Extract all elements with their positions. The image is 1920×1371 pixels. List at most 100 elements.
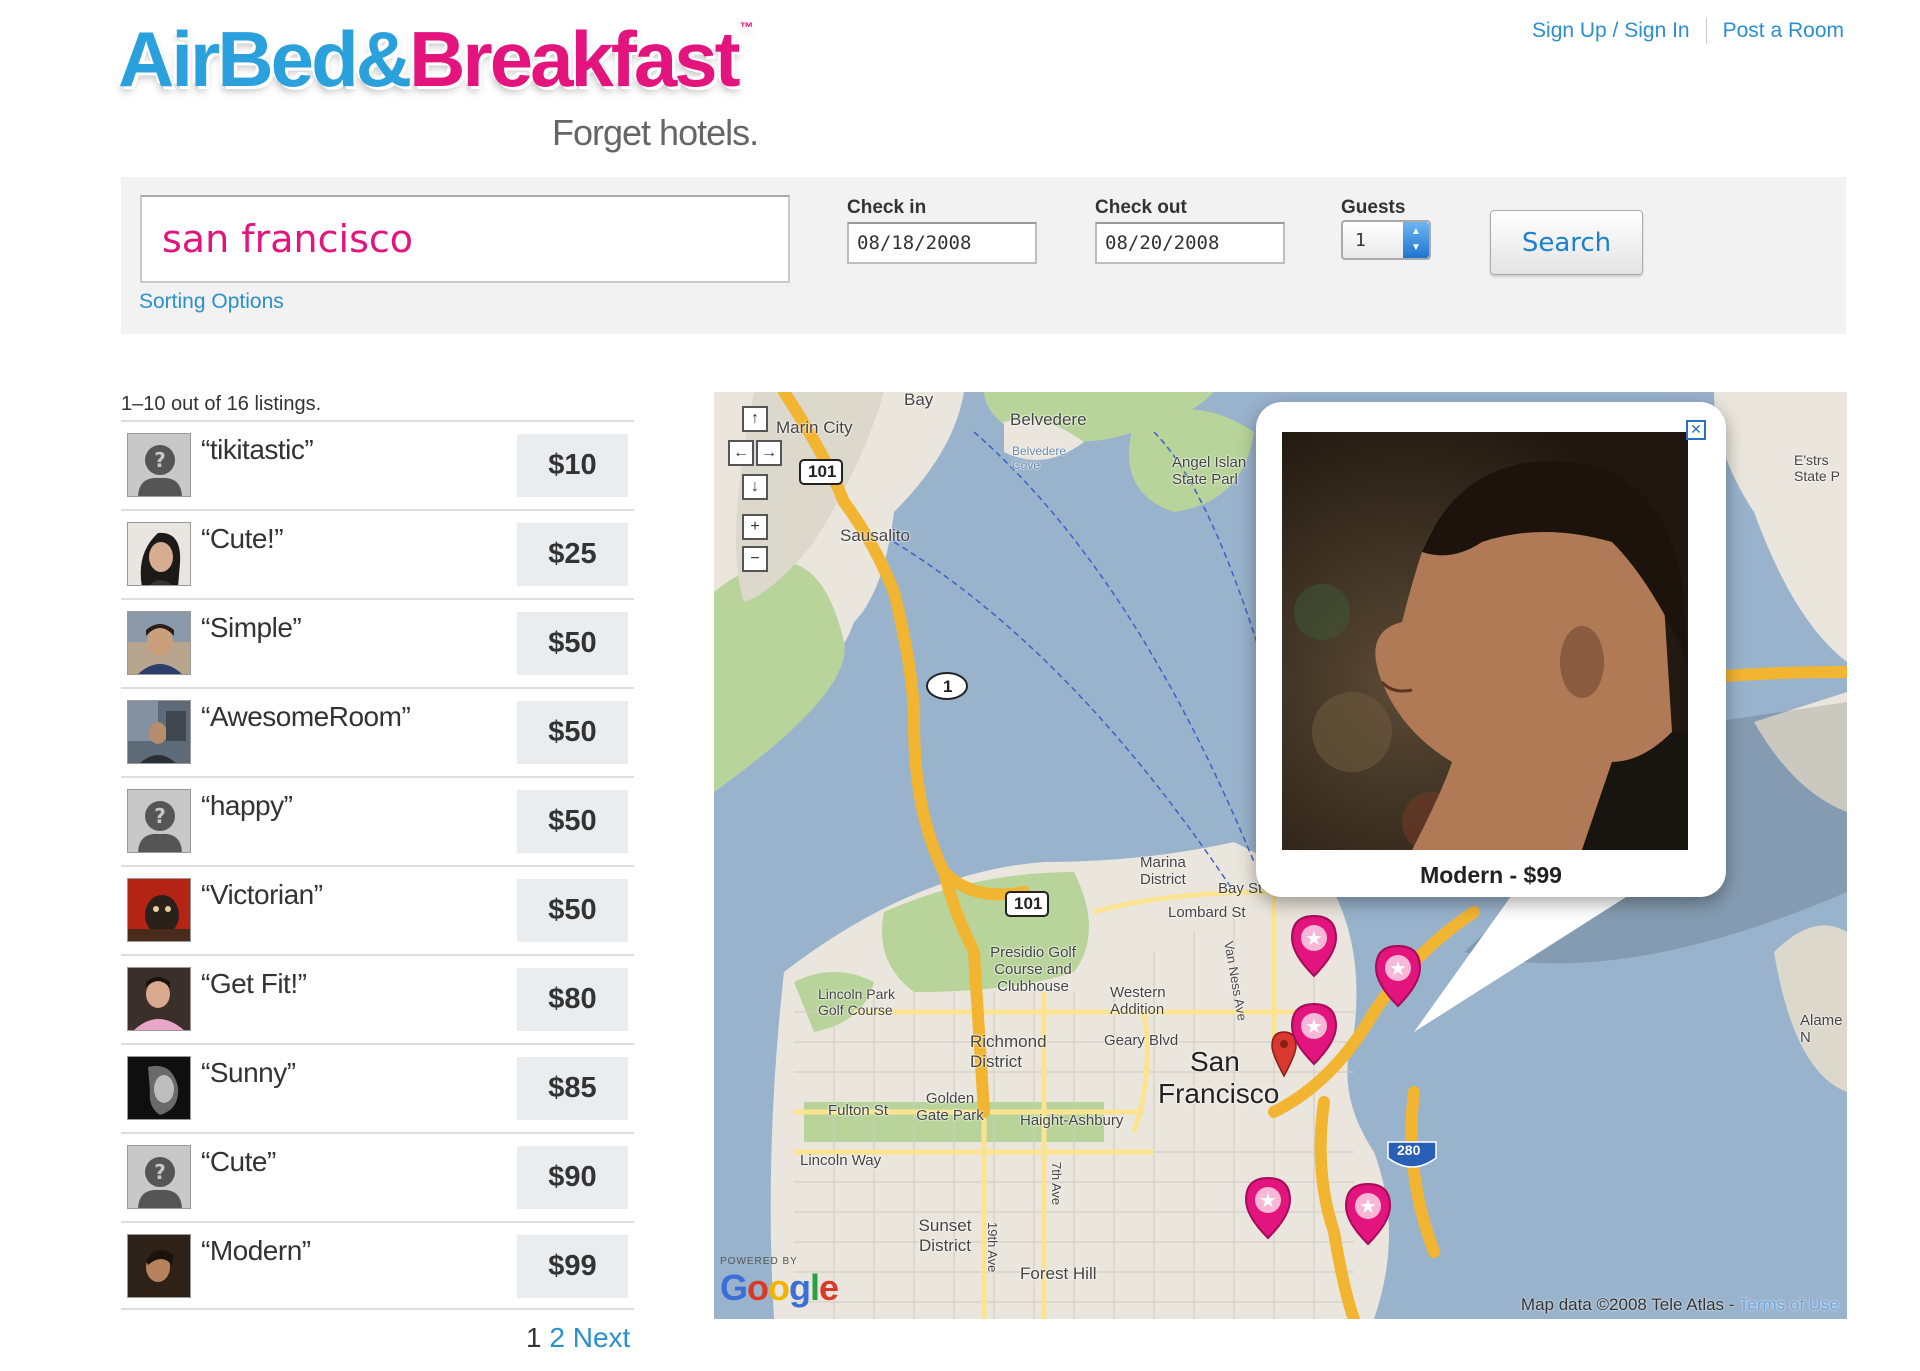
hwy-101-label: 101 — [808, 462, 837, 481]
map-label-lincoln-way: Lincoln Way — [800, 1152, 882, 1169]
listing-item[interactable]: “Victorian” $50 — [121, 865, 634, 954]
next-page-link[interactable]: Next — [573, 1322, 631, 1353]
sign-up-sign-in-link[interactable]: Sign Up / Sign In — [1532, 19, 1690, 43]
map-label-7th-ave: 7th Ave — [1049, 1162, 1064, 1206]
listing-photo — [1282, 432, 1688, 850]
results-count: 1–10 out of 16 listings. — [121, 393, 322, 415]
listing-title: “AwesomeRoom” — [201, 701, 411, 732]
link-divider — [1705, 18, 1707, 44]
map-label-sausalito: Sausalito — [840, 526, 910, 545]
placeholder-avatar-icon: ? — [127, 433, 191, 497]
listing-title: “Victorian” — [201, 879, 323, 910]
listing-pin-icon[interactable]: ★ — [1290, 914, 1338, 978]
location-input[interactable] — [140, 195, 790, 283]
host-avatar — [127, 611, 191, 675]
map-label-marin-city: Marin City — [776, 418, 853, 437]
listing-title: “Cute!” — [201, 523, 284, 554]
checkout-field[interactable] — [1095, 222, 1285, 264]
listing-item[interactable]: “Get Fit!” $80 — [121, 954, 634, 1043]
listing-item[interactable]: “Cute!” $25 — [121, 509, 634, 598]
google-wordmark: Google — [720, 1267, 839, 1308]
host-avatar — [127, 1056, 191, 1120]
placeholder-avatar-icon: ? — [127, 1145, 191, 1209]
map-copyright: Map data ©2008 Tele Atlas - Terms of Use — [1521, 1295, 1839, 1315]
top-links: Sign Up / Sign In Post a Room — [1532, 18, 1844, 44]
pan-right-icon[interactable]: → — [756, 440, 782, 466]
listing-price: $90 — [517, 1146, 628, 1209]
map[interactable]: 101 101 1 280 Bay Marin City Belvedere B… — [714, 392, 1847, 1319]
listing-price: $10 — [517, 434, 628, 497]
popup-caption: Modern - $99 — [1420, 862, 1562, 888]
search-button[interactable]: Search — [1490, 210, 1643, 275]
svg-text:★: ★ — [1259, 1188, 1277, 1212]
listing-list: ? “tikitastic” $10 “Cute!” $25 “Simple” … — [121, 420, 634, 1310]
map-label-lincoln-park: Lincoln Park Golf Course — [818, 986, 896, 1018]
map-label-western-addition: Western Addition — [1110, 984, 1166, 1018]
listing-title: “Sunny” — [201, 1057, 296, 1088]
listing-title: “Get Fit!” — [201, 968, 307, 999]
guests-select[interactable]: 1 ▲ ▼ — [1341, 220, 1431, 260]
checkin-field[interactable] — [847, 222, 1037, 264]
listing-item[interactable]: “Modern” $99 — [121, 1221, 634, 1310]
map-label-haight: Haight-Ashbury — [1020, 1112, 1124, 1129]
listing-title: “happy” — [201, 790, 293, 821]
host-avatar — [127, 878, 191, 942]
listing-price: $25 — [517, 523, 628, 586]
logo-wordmark: AirBed&Breakfast ™ — [118, 15, 754, 103]
checkin-label: Check in — [847, 197, 927, 218]
sorting-options-link[interactable]: Sorting Options — [139, 290, 284, 314]
map-label-geary: Geary Blvd — [1104, 1032, 1179, 1049]
listing-price: $80 — [517, 968, 628, 1031]
map-label-angel-island: Angel Islan State Parl — [1172, 454, 1247, 488]
google-logo[interactable]: POWERED BY Google — [720, 1256, 839, 1309]
map-label-golden-gate-park: Golden Gate Park — [916, 1090, 984, 1124]
listing-price: $50 — [517, 790, 628, 853]
listing-pin-icon[interactable]: ★ — [1244, 1176, 1292, 1240]
pagination: 1 2 Next — [526, 1322, 630, 1354]
terms-of-use-link[interactable]: Terms of Use — [1739, 1295, 1839, 1314]
map-label-19th-ave: 19th Ave — [985, 1222, 1000, 1273]
checkout-label: Check out — [1095, 197, 1187, 218]
pan-left-icon[interactable]: ← — [728, 440, 754, 466]
svg-text:★: ★ — [1305, 926, 1323, 950]
listing-item[interactable]: ? “Cute” $90 — [121, 1132, 634, 1221]
listing-title: “tikitastic” — [201, 434, 314, 465]
post-a-room-link[interactable]: Post a Room — [1723, 19, 1844, 43]
listing-price: $50 — [517, 879, 628, 942]
zoom-in-icon[interactable]: + — [742, 514, 768, 540]
listing-item[interactable]: “Sunny” $85 — [121, 1043, 634, 1132]
svg-text:?: ? — [154, 804, 166, 828]
close-icon[interactable]: ✕ — [1686, 420, 1706, 440]
map-label-marina: Marina District — [1140, 854, 1186, 888]
host-avatar — [127, 967, 191, 1031]
map-label-forest-hill: Forest Hill — [1020, 1264, 1097, 1283]
listing-price: $50 — [517, 701, 628, 764]
map-label-belvedere: Belvedere — [1010, 410, 1087, 429]
host-avatar — [127, 700, 191, 764]
pan-down-icon[interactable]: ↓ — [742, 474, 768, 500]
map-label-east-state-park: E'strs State P — [1794, 452, 1840, 484]
listing-item[interactable]: “Simple” $50 — [121, 598, 634, 687]
listing-pin-icon[interactable]: ★ — [1344, 1182, 1392, 1246]
svg-text:★: ★ — [1305, 1014, 1323, 1038]
hwy-1-label: 1 — [943, 677, 953, 696]
map-label-lombard: Lombard St — [1168, 904, 1246, 921]
page-2-link[interactable]: 2 — [549, 1322, 565, 1353]
listing-item[interactable]: ? “happy” $50 — [121, 776, 634, 865]
search-bar: Sorting Options Check in Check out Guest… — [121, 177, 1846, 334]
current-page: 1 — [526, 1322, 542, 1353]
svg-text:?: ? — [154, 448, 166, 472]
listing-title: “Cute” — [201, 1146, 276, 1177]
placeholder-avatar-icon: ? — [127, 789, 191, 853]
pan-up-icon[interactable]: ↑ — [742, 406, 768, 432]
listing-pin-icon[interactable]: ★ — [1290, 1002, 1338, 1066]
listing-popup[interactable]: ✕ Modern - $99 — [1256, 402, 1726, 897]
listing-item[interactable]: “AwesomeRoom” $50 — [121, 687, 634, 776]
guests-value: 1 — [1355, 229, 1366, 251]
hwy-101-label: 101 — [1014, 894, 1043, 913]
listing-price: $99 — [517, 1235, 628, 1298]
powered-by-label: POWERED BY — [720, 1256, 798, 1267]
zoom-out-icon[interactable]: − — [742, 546, 768, 572]
listing-item[interactable]: ? “tikitastic” $10 — [121, 420, 634, 509]
popup-tail — [1414, 892, 1634, 1032]
